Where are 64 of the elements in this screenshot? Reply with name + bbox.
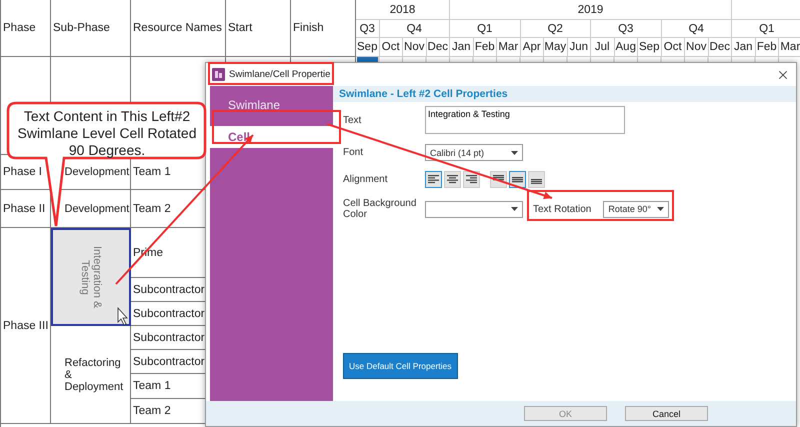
month-header: May [544, 38, 568, 57]
align-button[interactable] [463, 171, 480, 188]
cancel-button[interactable]: Cancel [625, 406, 708, 421]
caret-icon [657, 207, 664, 211]
text-field[interactable]: Integration & Testing [425, 106, 625, 134]
month-header: Sep [638, 38, 662, 57]
column-header: Finish [291, 0, 356, 57]
section-heading: Swimlane - Left #2 Cell Properties [333, 86, 796, 102]
field-label: Text Rotation [533, 204, 592, 214]
table-cell-text: Development [64, 166, 128, 178]
align-button[interactable] [425, 171, 442, 188]
month-header: Oct [380, 38, 403, 57]
month-header: Apr [520, 38, 544, 57]
alignment-icon [428, 175, 439, 184]
quarter-header: Q1 [732, 20, 800, 38]
caret-icon [511, 150, 518, 154]
column-header: Phase [1, 0, 51, 57]
app-icon [212, 68, 225, 81]
alignment-icon [447, 175, 458, 184]
align-button[interactable] [509, 171, 526, 188]
color-dropdown[interactable] [425, 200, 523, 218]
quarter-header: Q4 [662, 20, 732, 38]
font-dropdown[interactable]: Calibri (14 pt) [425, 144, 523, 161]
table-cell-text: Refactoring & Deployment [64, 356, 124, 392]
field-label: Font [343, 147, 364, 158]
month-header: Jan [732, 38, 756, 57]
alignment-icon [512, 175, 523, 184]
selected-cell[interactable]: Integration & Testing [51, 228, 131, 326]
field-label: Alignment [343, 174, 388, 185]
month-header: Feb [474, 38, 497, 57]
year-header: 2019 [450, 0, 732, 20]
nav-item[interactable]: Swimlane [210, 94, 333, 116]
month-header: Jul [591, 38, 614, 57]
field-label: Cell Background Color [343, 198, 418, 220]
dialog-title: Swimlane/Cell Propertie [229, 69, 330, 80]
rotation-dropdown[interactable]: Rotate 90° [603, 200, 670, 218]
align-button[interactable] [444, 171, 461, 188]
month-header: Mar [779, 38, 800, 57]
month-header: Dec [708, 38, 732, 57]
align-button[interactable] [528, 171, 545, 188]
column-header: Start [226, 0, 291, 57]
caret-icon [511, 207, 518, 211]
quarter-header: Q3 [356, 20, 380, 38]
quarter-header: Q2 [520, 20, 591, 38]
month-header: Jun [568, 38, 591, 57]
month-header: Feb [756, 38, 779, 57]
table-cell: Phase III [1, 228, 51, 424]
month-header: Oct [662, 38, 685, 57]
year-header: 2018 [356, 0, 450, 20]
month-header: Mar [497, 38, 520, 57]
column-header: Resource Names [131, 0, 226, 57]
quarter-header: Q4 [380, 20, 450, 38]
alignment-icon [466, 175, 477, 184]
month-header: Aug [614, 38, 638, 57]
month-header: Nov [685, 38, 708, 57]
field-label: Text [343, 114, 362, 126]
month-header: Nov [403, 38, 426, 57]
default-properties-button[interactable]: Use Default Cell Properties [343, 353, 458, 379]
table-cell-text: Development [64, 202, 128, 214]
month-header: Jan [450, 38, 474, 57]
quarter-header: Q1 [450, 20, 520, 38]
month-header: Dec [426, 38, 450, 57]
quarter-header: Q3 [591, 20, 662, 38]
table-cell-text: Integration & Testing [79, 244, 103, 310]
